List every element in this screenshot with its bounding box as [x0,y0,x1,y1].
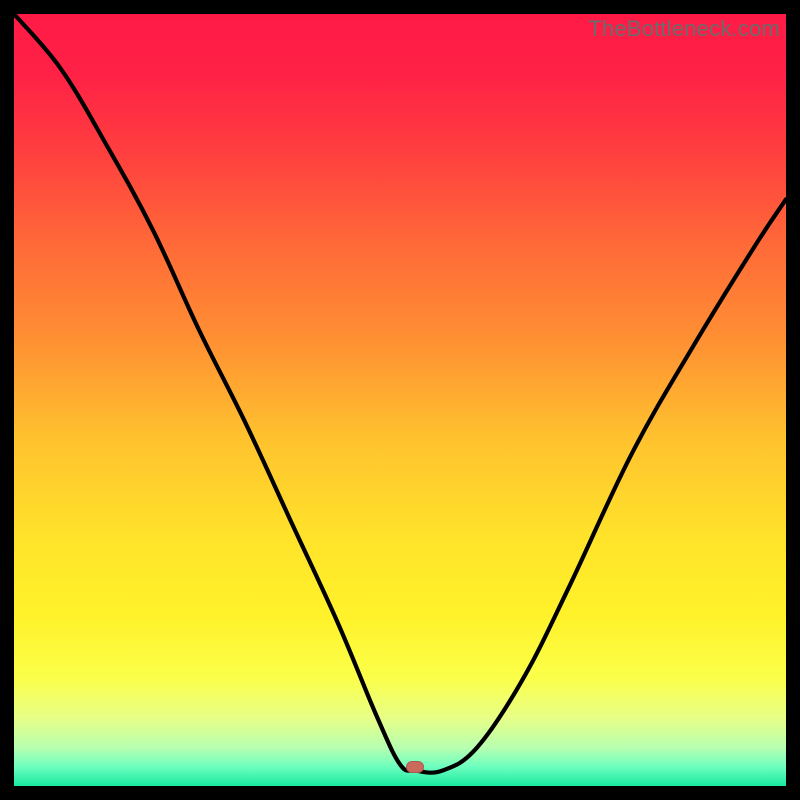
optimal-point-marker [406,761,424,773]
watermark-text: TheBottleneck.com [588,16,780,42]
chart-frame: TheBottleneck.com [14,14,786,786]
heat-gradient-background [14,14,786,786]
